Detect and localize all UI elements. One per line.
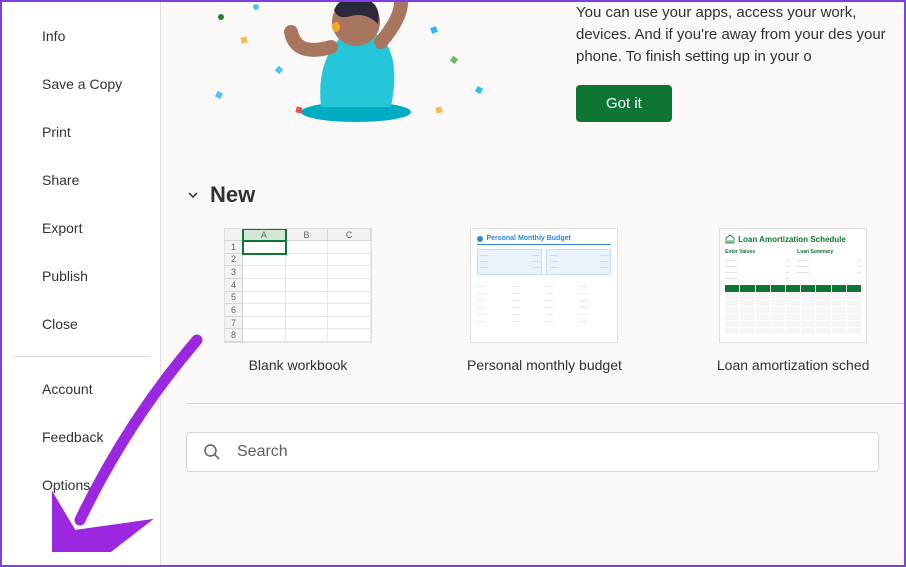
sidebar-item-save-a-copy[interactable]: Save a Copy [2, 60, 160, 108]
sidebar-item-feedback[interactable]: Feedback [2, 413, 160, 461]
new-section-title: New [210, 182, 255, 208]
search-input[interactable] [237, 443, 862, 461]
template-thumbnail: Loan Amortization Schedule Enter Values—… [719, 228, 867, 343]
search-icon [203, 443, 221, 461]
sidebar-item-print[interactable]: Print [2, 108, 160, 156]
sidebar-item-close[interactable]: Close [2, 300, 160, 348]
sidebar-item-info[interactable]: Info [2, 12, 160, 60]
sidebar-divider [12, 356, 150, 357]
sidebar-item-export[interactable]: Export [2, 204, 160, 252]
new-section: New A B C 1 2 3 4 5 6 7 [186, 182, 904, 472]
chevron-down-icon [186, 188, 200, 202]
section-divider [186, 403, 904, 404]
got-it-button[interactable]: Got it [576, 85, 672, 122]
templates-row: A B C 1 2 3 4 5 6 7 8 Blank workbook [224, 228, 904, 373]
sidebar-item-publish[interactable]: Publish [2, 252, 160, 300]
search-box[interactable] [186, 432, 879, 472]
new-section-header[interactable]: New [186, 182, 904, 208]
template-label: Loan amortization sched [717, 357, 870, 373]
sidebar-item-share[interactable]: Share [2, 156, 160, 204]
template-thumbnail: A B C 1 2 3 4 5 6 7 8 [224, 228, 372, 343]
sidebar-item-options[interactable]: Options [2, 461, 160, 509]
template-thumbnail: Personal Monthly Budget ———————————— ———… [470, 228, 618, 343]
template-label: Personal monthly budget [467, 357, 622, 373]
banner-illustration [186, 2, 546, 132]
banner-text: You can use your apps, access your work,… [576, 2, 904, 67]
welcome-banner: You can use your apps, access your work,… [186, 2, 904, 132]
sidebar: Info Save a Copy Print Share Export Publ… [2, 2, 161, 565]
main-content: You can use your apps, access your work,… [161, 2, 904, 565]
template-loan-amortization[interactable]: Loan Amortization Schedule Enter Values—… [717, 228, 870, 373]
sidebar-item-account[interactable]: Account [2, 365, 160, 413]
template-blank-workbook[interactable]: A B C 1 2 3 4 5 6 7 8 Blank workbook [224, 228, 372, 373]
template-personal-monthly-budget[interactable]: Personal Monthly Budget ———————————— ———… [467, 228, 622, 373]
template-label: Blank workbook [249, 357, 348, 373]
